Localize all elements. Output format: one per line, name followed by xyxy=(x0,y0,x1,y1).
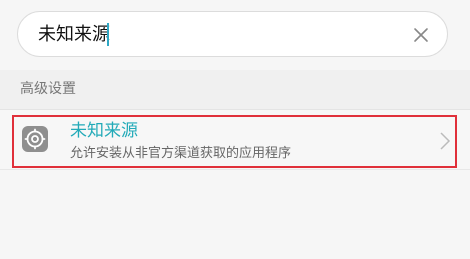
section-title: 高级设置 xyxy=(20,81,76,97)
section-header: 高级设置 xyxy=(0,70,470,110)
search-input[interactable]: 未知来源 xyxy=(38,23,110,47)
close-icon[interactable] xyxy=(413,27,429,43)
highlight-frame xyxy=(12,115,457,168)
search-bar[interactable]: 未知来源 xyxy=(17,11,448,57)
setting-row-unknown-sources[interactable]: 未知来源 允许安装从非官方渠道获取的应用程序 xyxy=(0,110,470,170)
text-caret xyxy=(107,23,109,46)
